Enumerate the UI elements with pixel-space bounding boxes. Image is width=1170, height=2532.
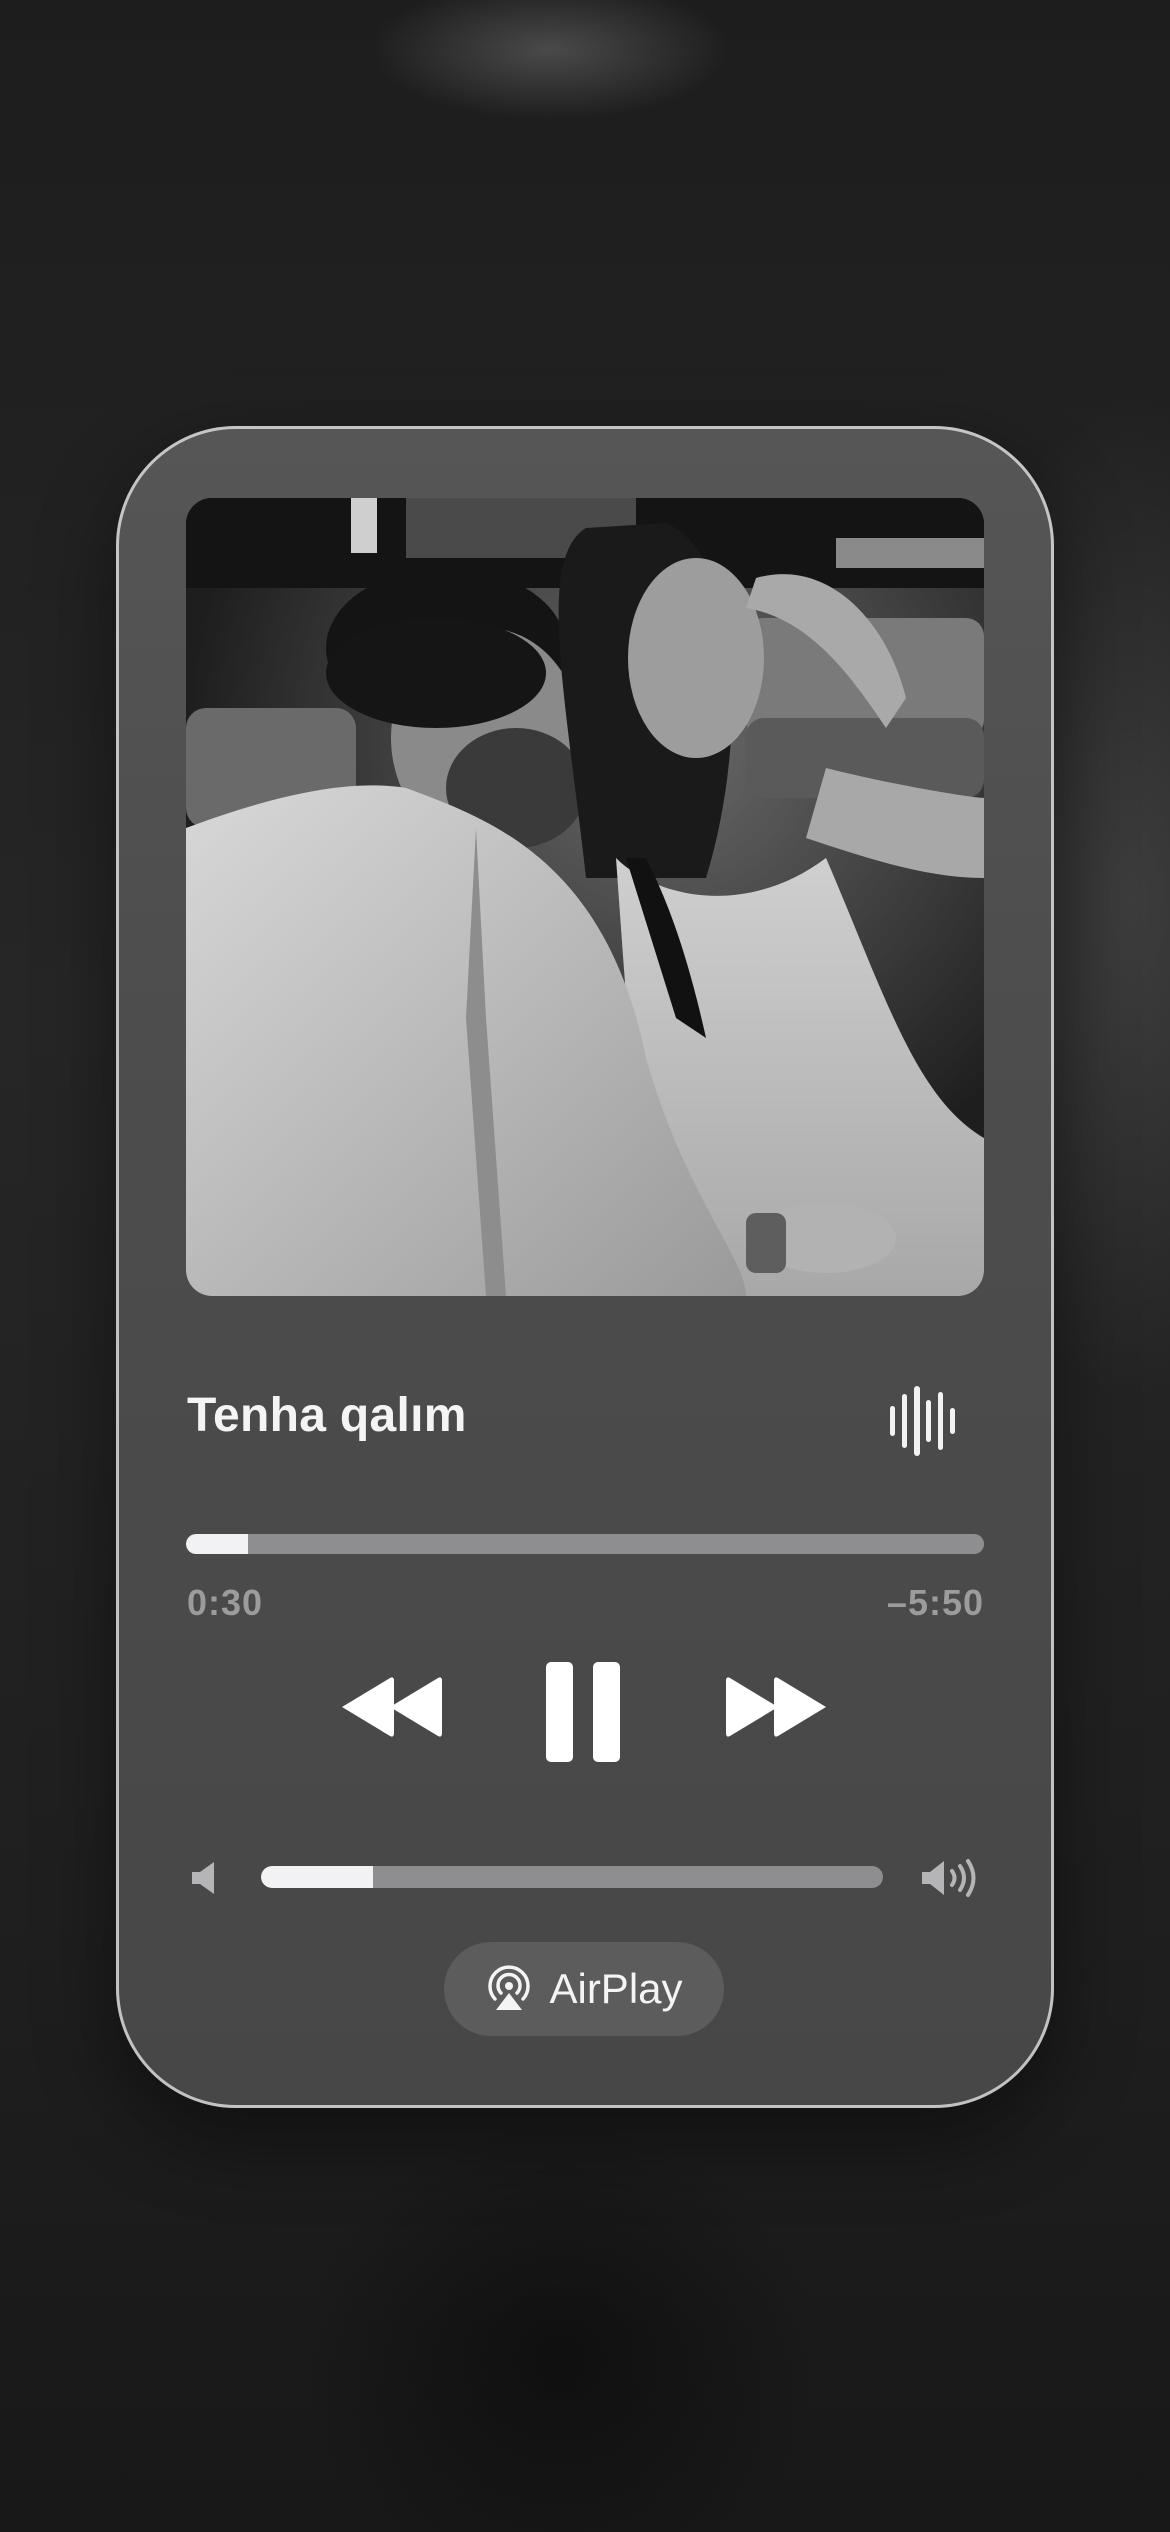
time-elapsed: 0:30 [187, 1582, 264, 1623]
pause-icon [546, 1662, 620, 1762]
forward-button[interactable] [724, 1674, 830, 1740]
album-artwork[interactable] [186, 498, 984, 1296]
speaker-high-icon [920, 1858, 982, 1898]
backward-icon [342, 1677, 442, 1737]
airplay-icon [488, 1965, 531, 2010]
time-remaining: –5:50 [886, 1582, 984, 1623]
playback-progress-bar[interactable] [186, 1534, 984, 1554]
playback-progress-fill [186, 1534, 249, 1554]
pause-button[interactable] [546, 1662, 622, 1762]
speaker-low-icon [190, 1860, 220, 1896]
song-title: Tenha qalım [187, 1389, 467, 1442]
volume-slider-fill [261, 1866, 373, 1888]
airplay-label: AirPlay [549, 1965, 683, 2012]
volume-slider[interactable] [261, 1866, 883, 1888]
now-playing-card: Tenha qalım 0:30 –5:50 AirPlay [116, 426, 1054, 2108]
airplay-button[interactable]: AirPlay [444, 1942, 724, 2036]
forward-icon [726, 1677, 826, 1737]
rewind-button[interactable] [338, 1674, 444, 1740]
waveform-icon[interactable] [888, 1386, 956, 1456]
